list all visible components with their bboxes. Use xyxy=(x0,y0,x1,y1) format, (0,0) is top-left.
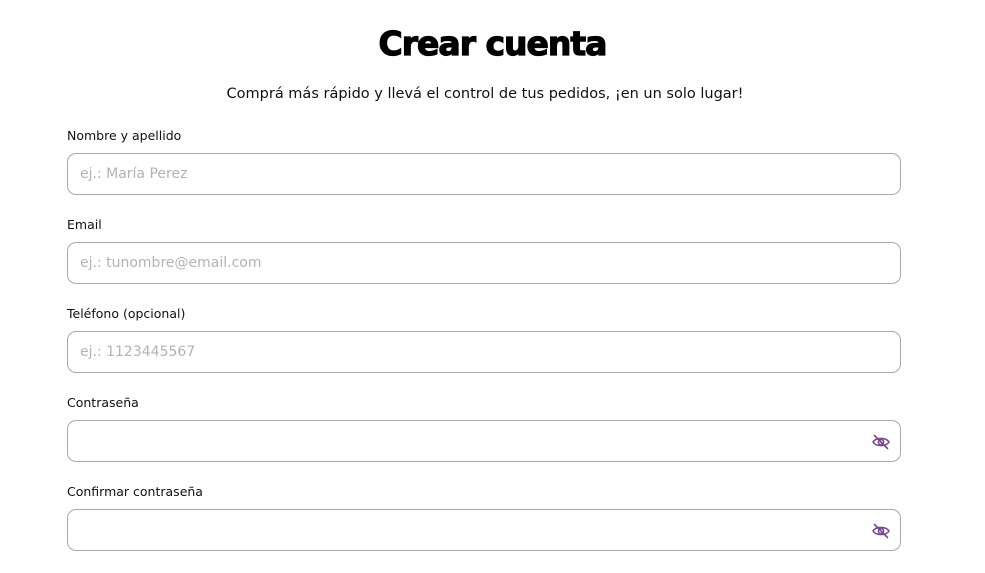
name-field-box xyxy=(67,153,901,195)
eye-slash-icon[interactable] xyxy=(871,522,891,540)
password-label: Contraseña xyxy=(67,395,139,410)
confirm-password-input[interactable] xyxy=(80,510,860,550)
password-field-box xyxy=(67,420,901,462)
email-label: Email xyxy=(67,217,102,232)
eye-slash-icon[interactable] xyxy=(871,433,891,451)
password-input[interactable] xyxy=(80,421,860,461)
confirm-password-label: Confirmar contraseña xyxy=(67,484,203,499)
email-field-box xyxy=(67,242,901,284)
confirm-password-field-box xyxy=(67,509,901,551)
phone-label: Teléfono (opcional) xyxy=(67,306,186,321)
name-label: Nombre y apellido xyxy=(67,128,182,143)
phone-field-box xyxy=(67,331,901,373)
phone-input[interactable] xyxy=(80,332,860,372)
name-input[interactable] xyxy=(80,154,860,194)
email-input[interactable] xyxy=(80,243,860,283)
page-subtitle: Comprá más rápido y llevá el control de … xyxy=(226,86,744,102)
page-title: Crear cuenta xyxy=(378,23,608,63)
